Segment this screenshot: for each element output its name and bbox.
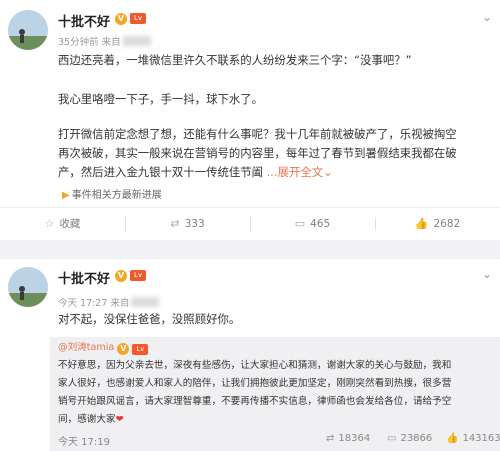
post-meta: 35分钟前 来自 — [58, 34, 151, 48]
blurred-source — [131, 297, 160, 307]
quoted-line-2: 家人很好，也感谢爱人和家人的陪伴，让我们拥抱彼此更加坚定，刚刚突然看到热搜，很多… — [58, 378, 452, 389]
source-prefix: 来自 — [101, 37, 121, 48]
repost-icon: ⇄ — [326, 433, 335, 444]
verified-badge: V — [115, 13, 127, 25]
expand-label: 展开全文 — [277, 165, 324, 179]
post-line-5: 产，然后进入金九银十双十一传统佳节阖 ...展开全文⌄ — [58, 164, 333, 181]
blurred-source — [122, 36, 151, 46]
heart-icon: ❤ — [115, 414, 124, 425]
repost-icon: ⇄ — [170, 217, 180, 230]
source-prefix: 来自 — [110, 298, 130, 309]
topic-label: 事件相关方最新进展 — [71, 190, 162, 201]
comment-icon: ▭ — [387, 433, 397, 444]
quoted-line-4-text: 间，感谢大家 — [58, 414, 116, 425]
star-icon: ☆ — [44, 217, 55, 230]
post-text: 对不起，没保住爸爸，没照顾好你。 — [58, 312, 241, 326]
post-line-2: 我心里咯噔一下子，手一抖，球下水了。 — [58, 92, 264, 106]
post-time[interactable]: 今天 17:27 — [58, 298, 107, 309]
quoted-repost-count: 18364 — [338, 433, 371, 444]
comment-button[interactable]: ▭ 465 — [250, 208, 375, 240]
quoted-author-link[interactable]: @刘涛tamia — [58, 342, 114, 353]
post-time[interactable]: 35分钟前 — [58, 37, 99, 48]
expand-link[interactable]: ...展开全文⌄ — [267, 165, 333, 179]
quoted-line-3: 销号开始跟风谣言，请大家理智尊重，不要再传播不实信息，律师函也会发给各位，请给予… — [58, 396, 452, 407]
quoted-repost-button[interactable]: ⇄ 18364 — [326, 433, 370, 444]
repost-button[interactable]: ⇄ 333 — [125, 208, 250, 240]
weibo-post-2: 十批不好 V Lv ⌄ 今天 17:27 来自 对不起，没保住爸爸，没照顾好你。… — [0, 259, 500, 451]
avatar[interactable] — [8, 267, 48, 307]
level-badge: Lv — [130, 270, 146, 281]
comment-icon: ▭ — [294, 217, 306, 230]
weibo-post-1: 十批不好 V Lv ⌄ 35分钟前 来自 西边还亮着，一堆微信里许久不联系的人纷… — [0, 0, 500, 240]
chevron-down-icon[interactable]: ⌄ — [482, 10, 492, 24]
quoted-like-count: 143163 — [462, 433, 500, 444]
like-count: 2682 — [433, 218, 461, 230]
post-line-4: 再次被破，其实一般来说在营销号的内容里，每年过了春节到暑假结束我都在破 — [58, 146, 457, 160]
topic-icon: ▶ — [62, 190, 70, 201]
username[interactable]: 十批不好 — [58, 268, 110, 287]
like-button[interactable]: 👍 2682 — [375, 208, 500, 240]
comment-count: 465 — [310, 218, 331, 230]
avatar[interactable] — [8, 10, 48, 50]
quoted-post[interactable]: @刘涛tamia V Lv 不好意思，因为父亲去世，深夜有些感伤，让大家担心和猜… — [50, 337, 500, 451]
quoted-like-button[interactable]: 👍 143163 — [446, 433, 500, 444]
favorite-label: 收藏 — [59, 218, 81, 230]
topic-tag[interactable]: ▶ 事件相关方最新进展 — [62, 186, 162, 201]
post-line-5-text: 产，然后进入金九银十双十一传统佳节阖 — [58, 165, 264, 179]
thumbs-up-icon: 👍 — [446, 433, 459, 444]
level-badge: Lv — [132, 344, 149, 355]
action-bar: ☆ 收藏 ⇄ 333 ▭ 465 👍 2682 — [0, 207, 500, 240]
verified-badge: V — [117, 343, 130, 355]
post-meta: 今天 17:27 来自 — [58, 295, 160, 309]
quoted-time[interactable]: 今天 17:19 — [58, 433, 110, 448]
thumbs-up-icon: 👍 — [414, 217, 429, 230]
quoted-line-4: 间，感谢大家❤ — [58, 411, 124, 428]
quoted-line-1: 不好意思，因为父亲去世，深夜有些感伤，让大家担心和猜测，谢谢大家的关心与鼓励，我… — [58, 360, 452, 371]
post-line-1: 西边还亮着，一堆微信里许久不联系的人纷纷发来三个字：“没事吧？” — [58, 53, 412, 67]
quoted-author: @刘涛tamia V Lv — [58, 339, 149, 356]
favorite-button[interactable]: ☆ 收藏 — [0, 208, 125, 240]
verified-badge: V — [115, 270, 127, 282]
quoted-comment-count: 23866 — [400, 433, 433, 444]
level-badge: Lv — [130, 13, 146, 24]
expand-arrow-icon: ⌄ — [323, 165, 333, 179]
post-line-3: 打开微信前定念想了想，还能有什么事呢？我十几年前就被破产了，乐视被掏空 — [58, 127, 457, 141]
repost-count: 333 — [184, 218, 205, 230]
chevron-down-icon[interactable]: ⌄ — [482, 267, 492, 281]
username[interactable]: 十批不好 — [58, 11, 110, 30]
quoted-comment-button[interactable]: ▭ 23866 — [387, 433, 432, 444]
